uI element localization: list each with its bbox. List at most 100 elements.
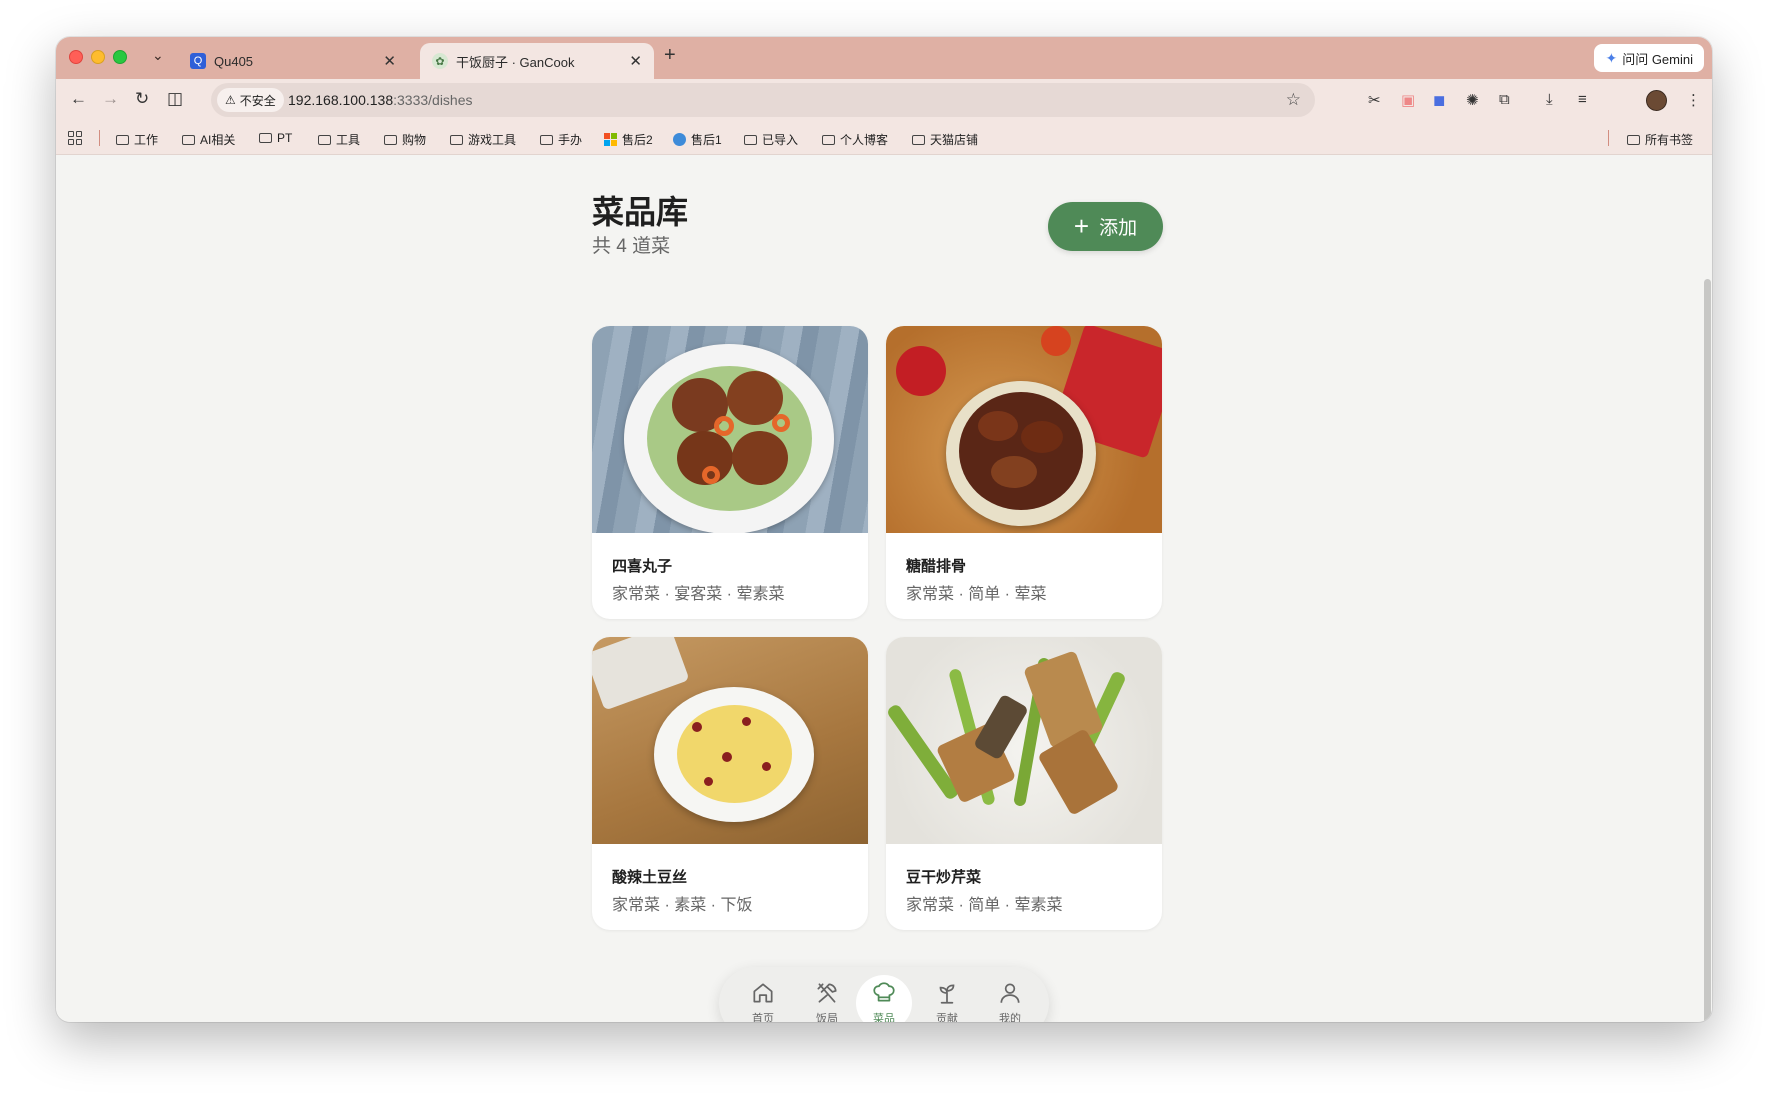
- chef-hat-icon: [873, 982, 895, 1002]
- tab-close-icon[interactable]: ✕: [629, 52, 642, 70]
- folder-icon: [116, 134, 129, 145]
- tab-favicon-icon: ✿: [432, 53, 448, 69]
- dish-card[interactable]: 四喜丸子 家常菜 · 宴客菜 · 荤素菜: [592, 326, 868, 619]
- nav-home[interactable]: 首页: [735, 975, 791, 1022]
- globe-icon: [673, 133, 686, 146]
- add-dish-button[interactable]: + 添加: [1048, 202, 1163, 251]
- download-icon[interactable]: ⤓: [1546, 91, 1553, 108]
- extension-openai-icon[interactable]: ✺: [1466, 91, 1479, 109]
- dish-tags: 家常菜 · 素菜 · 下饭: [612, 897, 753, 914]
- tab-search-chevron-icon[interactable]: ⌄: [152, 47, 164, 64]
- bookmarks-divider: [1608, 130, 1609, 146]
- dish-name: 四喜丸子: [612, 558, 673, 575]
- nav-label: 菜品: [873, 1013, 895, 1022]
- apps-grid-icon[interactable]: [68, 131, 82, 145]
- nav-profile[interactable]: 我的: [982, 975, 1038, 1022]
- nav-meals[interactable]: 饭局: [799, 975, 855, 1022]
- dish-photo: [886, 637, 1162, 844]
- bookmark-tmall[interactable]: 天猫店铺: [912, 131, 978, 148]
- forward-arrow-icon[interactable]: →: [102, 89, 119, 109]
- nav-label: 饭局: [816, 1013, 838, 1022]
- dish-tags: 家常菜 · 简单 · 荤菜: [906, 586, 1047, 603]
- folder-icon: [1627, 134, 1640, 145]
- nav-label: 首页: [752, 1013, 774, 1022]
- close-window-button[interactable]: [69, 50, 83, 64]
- dish-card[interactable]: 豆干炒芹菜 家常菜 · 简单 · 荤素菜: [886, 637, 1162, 930]
- tab-favicon-icon: Q: [190, 53, 206, 69]
- security-label: 不安全: [239, 93, 276, 108]
- extensions-puzzle-icon[interactable]: ⧉: [1499, 91, 1510, 108]
- bookmark-aftersales-2[interactable]: 售后2: [604, 131, 653, 148]
- url-path: :3333/dishes: [393, 92, 473, 108]
- bookmark-game-tools[interactable]: 游戏工具: [450, 131, 516, 148]
- address-bar[interactable]: ⚠ 不安全 192.168.100.138:3333/dishes ☆: [211, 83, 1315, 117]
- tab-title: Qu405: [214, 53, 254, 69]
- bookmark-ai[interactable]: AI相关: [182, 131, 235, 148]
- extension-blue-icon[interactable]: ◼: [1433, 91, 1445, 109]
- back-arrow-icon[interactable]: ←: [70, 89, 87, 109]
- dish-grid: 四喜丸子 家常菜 · 宴客菜 · 荤素菜 糖醋排骨 家常菜 · 简单 · 荤菜 …: [592, 326, 1162, 930]
- bookmark-work[interactable]: 工作: [116, 131, 158, 148]
- dish-card[interactable]: 酸辣土豆丝 家常菜 · 素菜 · 下饭: [592, 637, 868, 930]
- plus-icon: +: [1073, 210, 1090, 241]
- folder-icon: [182, 134, 195, 145]
- gemini-button[interactable]: ✦ 问问 Gemini: [1594, 44, 1704, 72]
- bookmark-pt[interactable]: PT: [259, 131, 292, 145]
- microsoft-logo-icon: [604, 133, 617, 146]
- dish-card[interactable]: 糖醋排骨 家常菜 · 简单 · 荤菜: [886, 326, 1162, 619]
- gemini-sparkle-icon: ✦: [1605, 49, 1618, 66]
- nav-contribute[interactable]: 贡献: [919, 975, 975, 1022]
- all-bookmarks[interactable]: 所有书签: [1627, 131, 1693, 148]
- bookmarks-divider: [99, 130, 100, 146]
- add-label: 添加: [1099, 218, 1138, 239]
- folder-icon: [744, 134, 757, 145]
- tab-gancook[interactable]: ✿ 干饭厨子 · GanCook ✕: [420, 43, 654, 79]
- folder-icon: [912, 134, 925, 145]
- folder-icon: [450, 134, 463, 145]
- page-scrollbar[interactable]: [1704, 279, 1711, 1022]
- home-icon: [753, 983, 773, 1003]
- reload-icon[interactable]: ↻: [135, 89, 149, 109]
- new-tab-button[interactable]: +: [664, 44, 676, 67]
- bookmark-figures[interactable]: 手办: [540, 131, 582, 148]
- bookmarks-bar: 工作 AI相关 PT 工具 购物 游戏工具 手办 售后2 售后1 已导入 个人博…: [56, 121, 1712, 155]
- dish-photo: [592, 326, 868, 533]
- nav-label: 我的: [999, 1013, 1021, 1022]
- minimize-window-button[interactable]: [91, 50, 105, 64]
- media-queue-icon[interactable]: ≡: [1578, 91, 1587, 108]
- bookmark-blog[interactable]: 个人博客: [822, 131, 888, 148]
- sprout-icon: [939, 984, 955, 1004]
- bookmark-imported[interactable]: 已导入: [744, 131, 798, 148]
- dish-name: 酸辣土豆丝: [612, 869, 688, 886]
- tab-close-icon[interactable]: ✕: [383, 52, 396, 70]
- url-text: 192.168.100.138:3333/dishes: [288, 92, 473, 108]
- zoom-window-button[interactable]: [113, 50, 127, 64]
- utensils-icon: [817, 983, 837, 1003]
- dish-photo: [592, 637, 868, 844]
- bookmark-shopping[interactable]: 购物: [384, 131, 426, 148]
- bookmark-aftersales-1[interactable]: 售后1: [673, 131, 722, 148]
- dish-tags: 家常菜 · 宴客菜 · 荤素菜: [612, 586, 785, 603]
- page-title: 菜品库: [592, 194, 689, 230]
- bookmark-tools[interactable]: 工具: [318, 131, 360, 148]
- folder-icon: [384, 134, 397, 145]
- tab-title: 干饭厨子 · GanCook: [456, 54, 575, 70]
- profile-avatar[interactable]: [1646, 90, 1667, 111]
- bookmark-star-icon[interactable]: ☆: [1286, 90, 1301, 110]
- warning-icon: ⚠: [225, 93, 236, 107]
- user-icon: [1000, 983, 1020, 1003]
- page-content: 菜品库 共 4 道菜 + 添加 四喜丸子 家常菜 · 宴客菜 · 荤素菜 糖醋排…: [56, 155, 1712, 1022]
- security-chip[interactable]: ⚠ 不安全: [217, 88, 284, 112]
- bottom-navigation: 首页 饭局 菜品 贡献 我的: [719, 967, 1049, 1022]
- gemini-label: 问问 Gemini: [1622, 51, 1693, 67]
- browser-toolbar: ← → ↻ ◫ ⚠ 不安全 192.168.100.138:3333/dishe…: [56, 79, 1712, 121]
- extension-bilibili-icon[interactable]: ▣: [1401, 91, 1415, 109]
- split-view-icon[interactable]: ◫: [167, 89, 183, 109]
- folder-icon: [822, 134, 835, 145]
- extension-screenshot-icon[interactable]: ✂: [1368, 91, 1381, 109]
- browser-window: ⌄ Q Qu405 ✕ ✿ 干饭厨子 · GanCook ✕ + ✦ 问问 Ge…: [56, 37, 1712, 1022]
- dish-name: 糖醋排骨: [906, 558, 967, 575]
- dish-tags: 家常菜 · 简单 · 荤素菜: [906, 897, 1063, 914]
- nav-dishes[interactable]: 菜品: [856, 975, 912, 1022]
- more-menu-icon[interactable]: ⋮: [1686, 91, 1701, 109]
